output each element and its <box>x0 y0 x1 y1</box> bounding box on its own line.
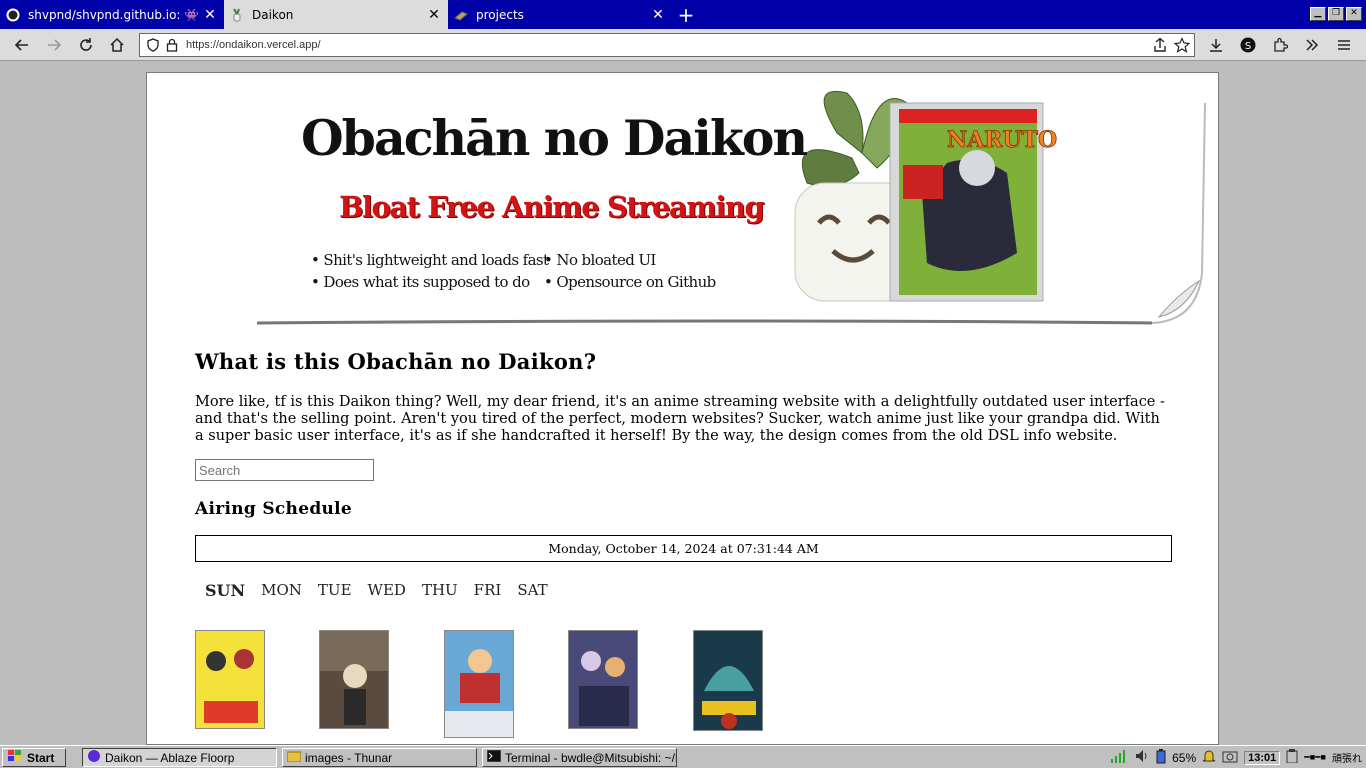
download-icon[interactable] <box>1206 35 1226 55</box>
feature-item: • Opensource on Github <box>544 273 716 291</box>
banner-subtitle: Bloat Free Anime Streaming <box>339 190 765 224</box>
feature-list-left: • Shit's lightweight and loads fast • Do… <box>311 249 549 293</box>
schedule-heading: Airing Schedule <box>195 499 353 519</box>
input-method-icon[interactable]: ━■━■ <box>1304 752 1326 763</box>
taskbar-item-terminal[interactable]: Terminal - bwdle@Mitsubishi: ~/P... <box>482 748 677 767</box>
navigation-bar: https://ondaikon.vercel.app/ S <box>0 29 1366 61</box>
minimize-button[interactable]: ▁ <box>1310 7 1326 21</box>
intro-paragraph: More like, tf is this Daikon thing? Well… <box>195 394 1165 444</box>
clipboard-icon[interactable] <box>1286 749 1298 766</box>
feature-list-right: • No bloated UI • Opensource on Github <box>544 249 716 293</box>
tab-title: projects <box>476 7 524 22</box>
feature-item: • No bloated UI <box>544 251 656 269</box>
tab-fri[interactable]: FRI <box>474 581 502 600</box>
github-icon <box>6 8 20 22</box>
main-content: What is this Obachān no Daikon? More lik… <box>195 349 1172 738</box>
battery-percentage: 65% <box>1172 750 1197 765</box>
extensions-icon[interactable] <box>1270 35 1290 55</box>
back-icon[interactable] <box>12 35 32 55</box>
volume-icon[interactable] <box>1134 748 1150 767</box>
bookmark-star-icon[interactable] <box>1173 37 1191 57</box>
signal-icon[interactable] <box>1110 748 1128 767</box>
forward-icon[interactable] <box>44 35 64 55</box>
tab-daikon[interactable]: Daikon ✕ <box>224 0 448 29</box>
shield-icon[interactable] <box>146 38 160 52</box>
reload-icon[interactable] <box>76 35 96 55</box>
tab-wed[interactable]: WED <box>368 581 406 600</box>
windows-logo-icon <box>7 749 23 766</box>
banner: NARUTO Obachān no Daikon Bloat Free Anim… <box>147 73 1218 331</box>
terminal-icon <box>486 749 502 765</box>
taskbar-item-label: images - Thunar <box>305 750 393 765</box>
start-label: Start <box>27 750 55 765</box>
bell-icon[interactable] <box>1202 748 1216 767</box>
floorp-icon <box>87 749 101 766</box>
close-icon[interactable]: ✕ <box>202 7 218 23</box>
lock-icon[interactable] <box>166 38 178 52</box>
menu-icon[interactable] <box>1334 35 1354 55</box>
taskbar-item-label: Terminal - bwdle@Mitsubishi: ~/P... <box>505 750 677 765</box>
battery-icon[interactable] <box>1156 748 1166 767</box>
folder-icon <box>286 750 302 765</box>
taskbar-item-browser[interactable]: Daikon — Ablaze Floorp <box>82 748 277 767</box>
tab-tue[interactable]: TUE <box>318 581 352 600</box>
tab-sun[interactable]: SUN <box>205 581 245 600</box>
tab-title: Daikon <box>252 7 294 22</box>
url-bar[interactable]: https://ondaikon.vercel.app/ <box>139 33 1195 57</box>
tab-mon[interactable]: MON <box>261 581 302 600</box>
start-button[interactable]: Start <box>2 748 66 767</box>
feature-item: • Shit's lightweight and loads fast <box>311 251 549 269</box>
new-tab-button[interactable]: + <box>672 0 700 29</box>
tab-projects[interactable]: projects ✕ <box>448 0 672 29</box>
anime-poster[interactable] <box>568 630 638 729</box>
svg-text:S: S <box>1245 41 1251 52</box>
anime-poster[interactable] <box>319 630 389 729</box>
close-icon[interactable]: ✕ <box>426 7 442 23</box>
web-page: NARUTO Obachān no Daikon Bloat Free Anim… <box>146 72 1219 745</box>
taskbar-item-files[interactable]: images - Thunar <box>282 748 477 767</box>
tray-text: 頑張れ <box>1332 754 1362 765</box>
taskbar-clock[interactable]: 13:01 <box>1244 750 1281 765</box>
tab-github[interactable]: shvpnd/shvpnd.github.io: 👾 person ✕ <box>0 0 224 29</box>
anime-poster[interactable] <box>444 630 514 738</box>
feature-item: • Does what its supposed to do <box>311 273 530 291</box>
banner-title: Obachān no Daikon <box>301 109 808 167</box>
svg-text:NARUTO: NARUTO <box>947 127 1057 153</box>
overflow-chevron-icon[interactable] <box>1302 35 1322 55</box>
home-icon[interactable] <box>107 35 127 55</box>
day-tabs: SUN MON TUE WED THU FRI SAT <box>205 581 548 600</box>
system-tray: 65% 13:01 ━■━■ 頑張れ <box>1110 748 1366 767</box>
daikon-favicon <box>230 7 244 22</box>
screenshot-icon[interactable] <box>1222 749 1238 766</box>
tab-thu[interactable]: THU <box>422 581 458 600</box>
share-icon[interactable] <box>1152 37 1168 57</box>
close-window-button[interactable]: ✕ <box>1346 7 1362 21</box>
window-controls: ▁ ❐ ✕ <box>1310 7 1362 21</box>
page-heading: What is this Obachān no Daikon? <box>195 349 597 374</box>
account-icon[interactable]: S <box>1238 35 1258 55</box>
projects-favicon <box>454 8 468 22</box>
url-text: https://ondaikon.vercel.app/ <box>186 39 321 51</box>
tab-sat[interactable]: SAT <box>517 581 547 600</box>
anime-poster[interactable] <box>693 630 763 731</box>
anime-poster[interactable] <box>195 630 265 729</box>
taskbar-item-label: Daikon — Ablaze Floorp <box>105 750 235 765</box>
tab-bar: shvpnd/shvpnd.github.io: 👾 person ✕ Daik… <box>0 0 1366 29</box>
tab-title: shvpnd/shvpnd.github.io: 👾 person <box>28 7 198 22</box>
search-input[interactable] <box>195 459 374 481</box>
close-icon[interactable]: ✕ <box>650 7 666 23</box>
current-datetime: Monday, October 14, 2024 at 07:31:44 AM <box>195 535 1172 562</box>
restore-button[interactable]: ❐ <box>1328 7 1344 21</box>
naruto-dvd-cover-image: NARUTO <box>889 102 1058 302</box>
taskbar: Start Daikon — Ablaze Floorp images - Th… <box>0 745 1366 768</box>
